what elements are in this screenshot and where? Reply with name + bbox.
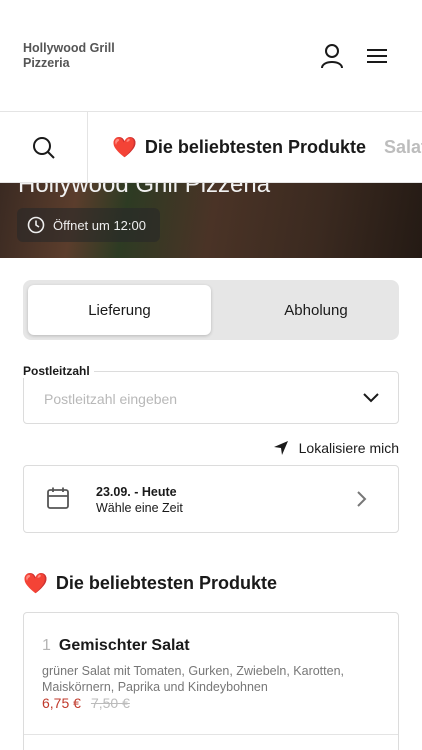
postcode-select[interactable] — [23, 371, 399, 424]
location-arrow-icon — [273, 441, 288, 455]
category-bar: ❤️ Die beliebtesten Produkte Salat — [0, 112, 422, 183]
date-time-picker[interactable]: 23.09. - Heute Wähle eine Zeit — [23, 465, 399, 533]
category-tab-label: Salat — [384, 137, 422, 157]
hamburger-icon — [367, 49, 387, 63]
product-old-price: 7,50 € — [90, 695, 130, 711]
choose-time-hint: Wähle eine Zeit — [96, 501, 183, 515]
card-divider — [24, 734, 398, 735]
section-heading: ❤️ Die beliebtesten Produkte — [23, 571, 277, 596]
postcode-label: Postleitzahl — [19, 364, 94, 378]
section-heading-label: Die beliebtesten Produkte — [55, 573, 277, 593]
selected-date: 23.09. - Heute — [96, 485, 177, 499]
product-description: grüner Salat mit Tomaten, Gurken, Zwiebe… — [42, 664, 345, 694]
category-tab-label: Die beliebtesten Produkte — [144, 137, 366, 157]
chevron-down-icon — [363, 393, 379, 403]
clock-icon — [27, 216, 45, 234]
opening-status-badge: Öffnet um 12:00 — [17, 208, 160, 242]
chevron-right-icon — [357, 491, 367, 507]
category-tab-popular[interactable]: ❤️ Die beliebtesten Produkte — [112, 112, 366, 182]
delivery-option[interactable]: Lieferung — [28, 285, 211, 335]
calendar-icon — [47, 487, 69, 509]
app-header: Hollywood Grill Pizzeria — [0, 0, 422, 112]
product-number: 1 — [42, 637, 51, 654]
locate-me-link[interactable]: Lokalisiere mich — [273, 440, 399, 456]
pickup-option[interactable]: Abholung — [236, 285, 396, 335]
heart-icon: ❤️ — [112, 137, 137, 159]
product-price: 6,75 € — [42, 695, 81, 711]
menu-button[interactable] — [364, 44, 390, 68]
hero-title: Hollywood Grill Pizzeria — [18, 183, 271, 198]
postcode-input[interactable] — [44, 391, 334, 407]
search-button[interactable] — [0, 112, 88, 182]
product-name: Gemischter Salat — [58, 637, 190, 654]
user-icon — [321, 44, 343, 69]
product-card[interactable]: 1 Gemischter Salat grüner Salat mit Tomat… — [23, 612, 399, 750]
delivery-mode-toggle: Lieferung Abholung — [23, 280, 399, 340]
heart-icon: ❤️ — [23, 573, 48, 595]
account-button[interactable] — [318, 42, 346, 70]
search-icon — [32, 136, 55, 159]
opening-status-text: Öffnet um 12:00 — [53, 217, 146, 233]
locate-me-label: Lokalisiere mich — [298, 440, 399, 456]
product-title: 1 Gemischter Salat — [42, 637, 190, 655]
brand-name: Hollywood Grill Pizzeria — [23, 41, 115, 70]
product-price-row: 6,75 € 7,50 € — [42, 695, 130, 711]
category-tab-salat[interactable]: Salat — [384, 112, 422, 182]
